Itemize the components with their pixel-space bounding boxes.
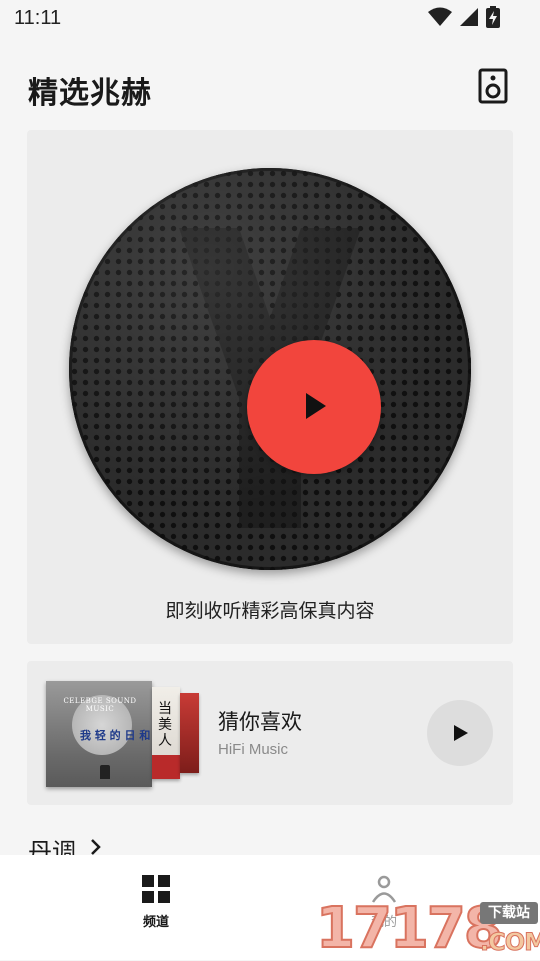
watermark-domain: .COM — [479, 928, 540, 957]
grid-icon — [142, 875, 170, 903]
page-title: 精选兆赫 — [28, 76, 152, 111]
status-icons — [428, 6, 500, 28]
recommendation-subtitle: HiFi Music — [218, 741, 288, 758]
rider-silhouette — [100, 765, 110, 779]
hero-card[interactable]: 即刻收听精彩高保真内容 — [27, 130, 513, 644]
status-time: 11:11 — [14, 7, 62, 29]
speaker-button[interactable] — [478, 68, 508, 104]
album-cover-third — [180, 693, 199, 773]
recommendation-play-button[interactable] — [427, 700, 493, 766]
vinyl-speaker-graphic — [69, 168, 471, 570]
hero-caption: 即刻收听精彩高保真内容 — [165, 600, 375, 622]
album-english-text: CELEBGE SOUND MUSIC — [63, 697, 137, 713]
recommendation-card[interactable]: CELEBGE SOUND MUSIC 我 轻 的 日 和 当 美 人 猜你喜欢… — [27, 661, 513, 805]
tab-channels-label: 频道 — [142, 915, 169, 930]
album-chinese-text: 我 轻 的 日 和 — [80, 729, 151, 742]
chevron-right-icon[interactable] — [90, 838, 102, 856]
album-cover-main: CELEBGE SOUND MUSIC 我 轻 的 日 和 — [46, 681, 152, 787]
speaker-icon — [478, 68, 508, 104]
cell-signal-icon — [460, 8, 478, 26]
tab-channels[interactable]: 频道 — [116, 875, 196, 930]
status-bar: 11:11 — [0, 0, 540, 38]
header: 精选兆赫 — [0, 58, 540, 118]
watermark-logo: 17178 下载站 .COM — [315, 896, 540, 961]
album-second-red-band — [152, 755, 180, 779]
play-icon — [454, 725, 468, 741]
album-second-text: 当 美 人 — [158, 701, 172, 749]
watermark-digits: 17178 — [315, 896, 504, 961]
play-icon — [306, 393, 326, 419]
watermark-badge: 下载站 — [480, 902, 538, 924]
wifi-icon — [428, 7, 452, 26]
album-cover-second: 当 美 人 — [152, 687, 180, 779]
hero-play-button[interactable] — [247, 340, 381, 474]
recommendation-title: 猜你喜欢 — [218, 710, 302, 734]
battery-charging-icon — [486, 6, 500, 28]
